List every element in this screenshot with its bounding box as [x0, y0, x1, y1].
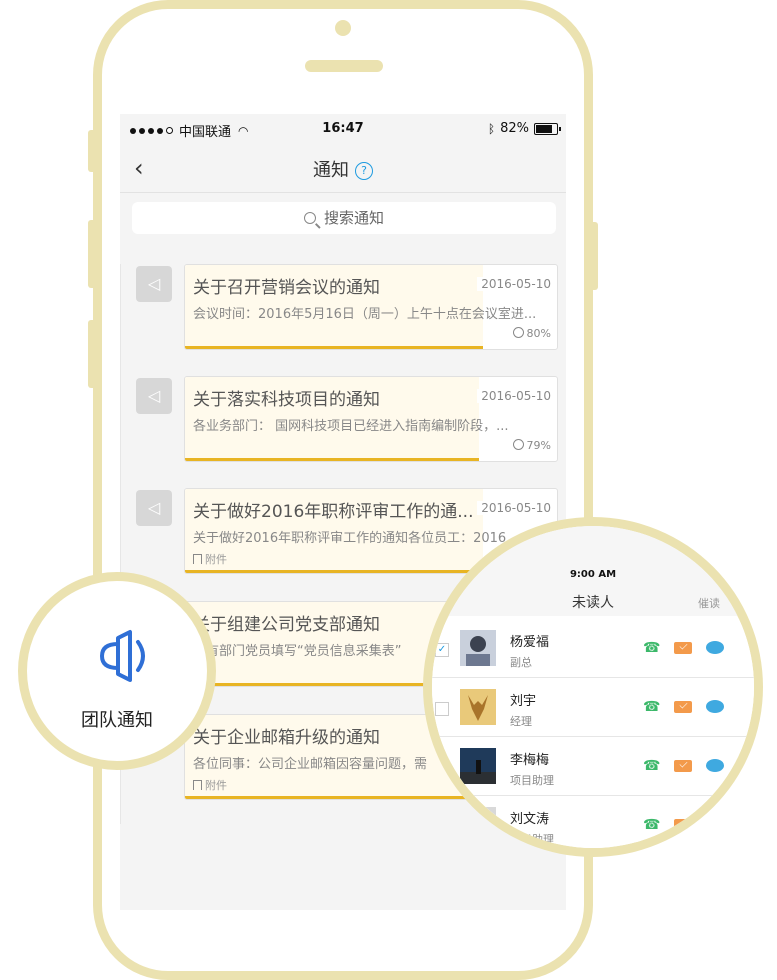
- unread-person-row[interactable]: 刘宇 经理 ☎: [432, 678, 754, 737]
- notice-card[interactable]: 关于召开营销会议的通知 2016-05-10 会议时间：2016年5月16日（周…: [184, 264, 558, 350]
- avatar: [460, 689, 496, 725]
- select-checkbox[interactable]: [435, 761, 449, 775]
- person-name: 刘文涛: [510, 812, 550, 827]
- unread-panel: 9:00 AM 未读人 催读 ✓ 杨爱福 副总 ☎ 刘宇 经理 ☎ 李梅梅 项目…: [432, 526, 754, 848]
- person-role: 副总: [510, 656, 532, 669]
- phone-camera: [335, 20, 351, 36]
- phone-icon[interactable]: ☎: [643, 817, 660, 833]
- notice-card[interactable]: 关于落实科技项目的通知 2016-05-10 各业务部门： 国网科技项目已经进入…: [184, 376, 558, 462]
- bookmark-icon: [193, 780, 202, 790]
- notice-date: 2016-05-10: [477, 389, 551, 403]
- notice-title: 关于召开营销会议的通知: [193, 278, 380, 298]
- battery-icon: [534, 122, 561, 135]
- phone-volume-up: [88, 220, 96, 288]
- help-icon[interactable]: ?: [355, 162, 373, 180]
- mail-icon[interactable]: [674, 701, 692, 713]
- person-role: 项目助理: [510, 833, 554, 846]
- read-rate-text: 79%: [526, 439, 551, 452]
- read-rate: 80%: [512, 327, 551, 340]
- unread-zoom-circle: 9:00 AM 未读人 催读 ✓ 杨爱福 副总 ☎ 刘宇 经理 ☎ 李梅梅 项目…: [423, 517, 763, 857]
- read-progress-bar: [185, 346, 483, 349]
- attachment-label: 附件: [193, 551, 227, 567]
- phone-volume-down: [88, 320, 96, 388]
- eye-icon: [512, 327, 524, 338]
- notice-desc: 会议时间：2016年5月16日（周一）上午十点在会议室进...: [193, 307, 537, 322]
- team-notice-badge: 团队通知: [18, 572, 216, 770]
- notice-title: 关于落实科技项目的通知: [193, 390, 380, 410]
- mail-icon[interactable]: [674, 760, 692, 772]
- phone-icon[interactable]: ☎: [643, 640, 660, 656]
- attachment-label: 附件: [193, 777, 227, 793]
- battery-percent: 82%: [500, 121, 529, 136]
- person-name: 杨爱福: [510, 635, 550, 650]
- person-role: 经理: [510, 715, 532, 728]
- eye-icon: [512, 439, 524, 450]
- bluetooth-icon: ᛒ: [487, 121, 496, 136]
- team-notice-label: 团队通知: [81, 710, 153, 731]
- notice-title: 关于企业邮箱升级的通知: [193, 728, 380, 748]
- speaker-icon: ◁: [136, 490, 172, 526]
- person-name: 刘宇: [510, 694, 537, 709]
- notice-title: 关于做好2016年职称评审工作的通...: [193, 502, 474, 522]
- mail-icon[interactable]: [674, 642, 692, 654]
- speaker-icon: [99, 630, 145, 682]
- chat-icon[interactable]: [706, 759, 724, 772]
- person-name: 李梅梅: [510, 753, 550, 768]
- read-progress-bar: [185, 458, 479, 461]
- avatar: [460, 748, 496, 784]
- search-icon: [303, 212, 316, 224]
- attachment-text: 附件: [205, 553, 227, 566]
- page-title: 通知?: [120, 156, 566, 182]
- status-bar: 中国联通 ◠ 16:47 ᛒ 82%: [120, 114, 566, 144]
- select-checkbox[interactable]: [435, 702, 449, 716]
- notice-date: 2016-05-10: [477, 277, 551, 291]
- speaker-icon: ◁: [136, 266, 172, 302]
- read-rate-text: 80%: [526, 327, 551, 340]
- phone-side-button: [88, 130, 96, 172]
- speaker-icon: ◁: [136, 378, 172, 414]
- chat-icon[interactable]: [706, 641, 724, 654]
- search-input[interactable]: 搜索通知: [132, 202, 556, 234]
- unread-header: 9:00 AM 未读人 催读: [432, 526, 754, 616]
- page-title-text: 通知: [313, 160, 349, 181]
- unread-person-row[interactable]: 刘文涛 项目助理 ☎: [432, 796, 754, 848]
- attachment-text: 附件: [205, 779, 227, 792]
- search-placeholder: 搜索通知: [323, 209, 384, 227]
- mail-icon[interactable]: [674, 819, 692, 831]
- status-right: ᛒ 82%: [487, 121, 561, 136]
- phone-icon[interactable]: ☎: [643, 699, 660, 715]
- chat-icon[interactable]: [706, 700, 724, 713]
- phone-icon[interactable]: ☎: [643, 758, 660, 774]
- select-checkbox[interactable]: ✓: [435, 643, 449, 657]
- unread-status-time: 9:00 AM: [569, 569, 617, 580]
- notice-desc: 各业务部门： 国网科技项目已经进入指南编制阶段，...: [193, 419, 509, 434]
- phone-power-button: [590, 222, 598, 290]
- nav-bar: ‹ 通知?: [120, 144, 566, 193]
- battery-fill: [536, 124, 552, 133]
- read-rate: 79%: [512, 439, 551, 452]
- avatar: [460, 630, 496, 666]
- phone-speaker: [305, 60, 383, 72]
- notice-title: 关于组建公司党支部通知: [193, 615, 380, 635]
- notice-date: 2016-05-10: [477, 501, 551, 515]
- person-role: 项目助理: [510, 774, 554, 787]
- unread-person-row[interactable]: 李梅梅 项目助理 ☎: [432, 737, 754, 796]
- bookmark-icon: [193, 554, 202, 564]
- unread-person-row[interactable]: ✓ 杨爱福 副总 ☎: [432, 619, 754, 678]
- urge-read-button[interactable]: 催读: [698, 595, 720, 611]
- select-checkbox[interactable]: [435, 820, 449, 834]
- avatar: [460, 807, 496, 843]
